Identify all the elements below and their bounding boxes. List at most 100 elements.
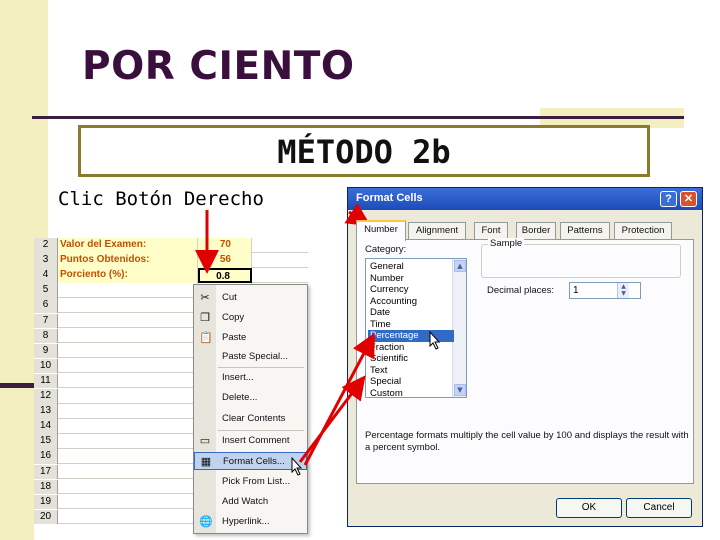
cell-label[interactable]: Valor del Examen: bbox=[58, 238, 198, 253]
help-button[interactable]: ? bbox=[660, 191, 677, 207]
row-number[interactable]: 10 bbox=[34, 358, 58, 374]
dialog-title: Format Cells bbox=[356, 192, 423, 204]
row-number[interactable]: 9 bbox=[34, 343, 58, 359]
menu-item-delete[interactable]: Delete... bbox=[194, 389, 307, 407]
format-description: Percentage formats multiply the cell val… bbox=[365, 430, 689, 453]
tab-alignment[interactable]: Alignment bbox=[408, 222, 466, 240]
cell-empty[interactable] bbox=[252, 253, 308, 268]
tab-protection[interactable]: Protection bbox=[614, 222, 672, 240]
row-number[interactable]: 14 bbox=[34, 419, 58, 434]
row-number[interactable]: 13 bbox=[34, 404, 58, 419]
category-scientific[interactable]: Scientific bbox=[368, 353, 454, 365]
category-custom[interactable]: Custom bbox=[368, 388, 454, 400]
cell-label[interactable] bbox=[58, 313, 198, 328]
category-general[interactable]: General bbox=[368, 261, 454, 273]
sample-label: Sample bbox=[488, 238, 525, 249]
cell-label[interactable] bbox=[58, 434, 198, 449]
category-scrollbar[interactable]: ▲ ▼ bbox=[452, 259, 466, 397]
cell-value[interactable]: 70 bbox=[198, 238, 252, 253]
cell-label[interactable] bbox=[58, 373, 198, 389]
category-percentage[interactable]: Percentage bbox=[368, 330, 454, 342]
row-number[interactable]: 5 bbox=[34, 283, 58, 298]
cell-label[interactable] bbox=[58, 328, 198, 344]
cell-label[interactable] bbox=[58, 298, 198, 313]
menu-item-copy[interactable]: ❐ Copy bbox=[194, 309, 307, 327]
cell-label[interactable] bbox=[58, 343, 198, 359]
cell-label[interactable] bbox=[58, 404, 198, 419]
menu-item-insert[interactable]: Insert... bbox=[194, 369, 307, 387]
menu-item-label: Pick From List... bbox=[222, 476, 291, 487]
menu-separator bbox=[218, 367, 304, 368]
cell-label[interactable] bbox=[58, 509, 198, 525]
row-number[interactable]: 17 bbox=[34, 464, 58, 479]
row-number[interactable]: 7 bbox=[34, 313, 58, 328]
row-number[interactable]: 2 bbox=[34, 238, 58, 253]
row-number[interactable]: 15 bbox=[34, 434, 58, 449]
row-number[interactable]: 3 bbox=[34, 253, 58, 268]
method-label: MÉTODO 2b bbox=[277, 133, 451, 171]
row-number[interactable]: 19 bbox=[34, 494, 58, 510]
menu-separator bbox=[218, 430, 304, 431]
row-number[interactable]: 20 bbox=[34, 509, 58, 525]
category-text[interactable]: Text bbox=[368, 365, 454, 377]
row-number[interactable]: 11 bbox=[34, 373, 58, 389]
menu-item-insert-comment[interactable]: ▭ Insert Comment bbox=[194, 432, 307, 450]
menu-item-cut[interactable]: ✂ Cut bbox=[194, 289, 307, 307]
cell-value[interactable]: 56 bbox=[198, 253, 252, 268]
menu-item-paste-special[interactable]: Paste Special... bbox=[194, 348, 307, 366]
decimal-spinner-icon[interactable]: ▲ ▼ bbox=[617, 283, 629, 298]
menu-item-add-watch[interactable]: Add Watch bbox=[194, 493, 307, 511]
hyperlink-icon: 🌐 bbox=[199, 516, 213, 528]
dialog-titlebar[interactable]: Format Cells ? ✕ bbox=[348, 188, 702, 210]
category-special[interactable]: Special bbox=[368, 376, 454, 388]
tab-patterns[interactable]: Patterns bbox=[560, 222, 610, 240]
close-button[interactable]: ✕ bbox=[680, 191, 697, 207]
category-fraction[interactable]: Fraction bbox=[368, 342, 454, 354]
cell-label[interactable] bbox=[58, 494, 198, 510]
row-number[interactable]: 8 bbox=[34, 328, 58, 344]
cell-label[interactable] bbox=[58, 283, 198, 298]
category-list[interactable]: ▲ ▼ General Number Currency Accounting Date T… bbox=[365, 258, 467, 398]
row-number[interactable]: 18 bbox=[34, 479, 58, 495]
menu-item-clear-contents[interactable]: Clear Contents bbox=[194, 410, 307, 428]
menu-item-hyperlink[interactable]: 🌐 Hyperlink... bbox=[194, 513, 307, 531]
ok-button[interactable]: OK bbox=[556, 498, 622, 518]
menu-item-format-cells[interactable]: ▦ Format Cells... bbox=[194, 452, 307, 470]
cell-label[interactable] bbox=[58, 449, 198, 464]
sheet-row[interactable]: 2 Valor del Examen: 70 bbox=[34, 238, 308, 253]
sheet-row[interactable]: 4 Porciento (%): 0.8 bbox=[34, 268, 308, 283]
decimal-places-input[interactable]: 1 bbox=[569, 282, 641, 299]
menu-item-label: Clear Contents bbox=[222, 413, 286, 424]
scroll-down-icon[interactable]: ▼ bbox=[454, 384, 466, 396]
title-rule bbox=[32, 116, 684, 119]
cell-label[interactable]: Porciento (%): bbox=[58, 268, 198, 283]
menu-item-label: Hyperlink... bbox=[222, 516, 270, 527]
category-number[interactable]: Number bbox=[368, 273, 454, 285]
category-time[interactable]: Time bbox=[368, 319, 454, 331]
format-cells-dialog: Format Cells ? ✕ Number Alignment Font Bord… bbox=[347, 187, 703, 527]
category-date[interactable]: Date bbox=[368, 307, 454, 319]
cell-label[interactable] bbox=[58, 479, 198, 495]
menu-item-label: Insert Comment bbox=[222, 435, 290, 446]
cell-label[interactable] bbox=[58, 389, 198, 404]
cell-label[interactable] bbox=[58, 419, 198, 434]
row-number[interactable]: 16 bbox=[34, 449, 58, 464]
row-number[interactable]: 4 bbox=[34, 268, 58, 283]
sheet-row[interactable]: 3 Puntos Obtenidos: 56 bbox=[34, 253, 308, 268]
category-currency[interactable]: Currency bbox=[368, 284, 454, 296]
scroll-up-icon[interactable]: ▲ bbox=[454, 260, 466, 272]
row-number[interactable]: 6 bbox=[34, 298, 58, 313]
category-accounting[interactable]: Accounting bbox=[368, 296, 454, 308]
tab-number[interactable]: Number bbox=[356, 220, 406, 241]
cell-label[interactable] bbox=[58, 464, 198, 479]
row-number[interactable]: 12 bbox=[34, 389, 58, 404]
cell-label[interactable] bbox=[58, 358, 198, 374]
category-label: Category: bbox=[365, 244, 407, 255]
menu-item-paste[interactable]: 📋 Paste bbox=[194, 329, 307, 347]
selected-cell[interactable]: 0.8 bbox=[198, 268, 252, 283]
cell-empty[interactable] bbox=[252, 268, 308, 283]
menu-item-pick-from-list[interactable]: Pick From List... bbox=[194, 473, 307, 491]
cell-label[interactable]: Puntos Obtenidos: bbox=[58, 253, 198, 268]
cell-empty[interactable] bbox=[252, 238, 308, 253]
cancel-button[interactable]: Cancel bbox=[626, 498, 692, 518]
